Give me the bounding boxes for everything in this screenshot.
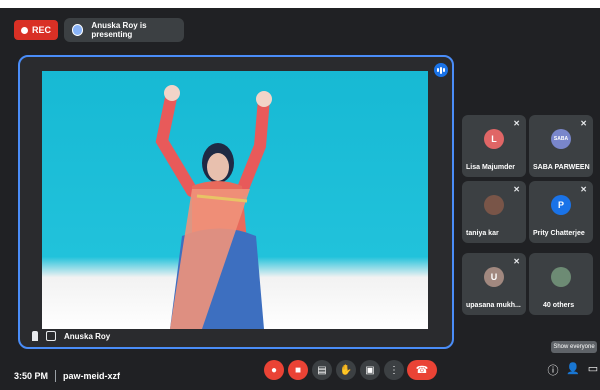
raise-hand-button[interactable]: ✋ — [336, 360, 356, 380]
pin-icon[interactable] — [32, 331, 38, 341]
recording-badge: REC — [14, 20, 58, 40]
camera-off-icon: ■ — [294, 364, 302, 376]
presentation-tile[interactable]: Anuska Roy — [18, 55, 454, 349]
hand-icon: ✋ — [339, 364, 353, 376]
chat-icon[interactable]: ▭ — [586, 362, 600, 375]
captions-icon: ▤ — [317, 364, 327, 376]
participant-avatar: P — [551, 195, 571, 215]
meeting-info: 3:50 PM paw-meid-xzf — [14, 370, 120, 382]
captions-button[interactable]: ▤ — [312, 360, 332, 380]
mic-off-icon: ✕ — [513, 185, 520, 194]
presenting-text: Anuska Roy is presenting — [91, 21, 147, 39]
rec-label: REC — [31, 25, 51, 35]
leave-call-button[interactable]: ☎ — [407, 360, 437, 380]
participant-tile[interactable]: ✕ U upasana mukh... — [462, 253, 526, 315]
participant-avatar: L — [484, 129, 504, 149]
participant-name: Prity Chatterjee — [533, 230, 585, 237]
presenter-video — [42, 71, 428, 329]
mic-toggle-button[interactable]: ● — [264, 360, 284, 380]
camera-toggle-button[interactable]: ■ — [288, 360, 308, 380]
presenter-name-row: Anuska Roy — [32, 331, 110, 341]
show-everyone-tooltip: Show everyone — [551, 341, 597, 353]
divider — [55, 370, 57, 382]
mic-off-icon: ✕ — [580, 119, 587, 128]
presenter-avatar — [72, 24, 84, 36]
info-icon[interactable]: ⓘ — [546, 362, 560, 378]
others-tile[interactable]: 40 others — [529, 253, 593, 315]
participant-tile[interactable]: ✕ P Prity Chatterjee — [529, 181, 593, 243]
dancer-image — [155, 85, 272, 329]
participant-tile[interactable]: ✕ SABA SABA PARWEEN — [529, 115, 593, 177]
more-options-button[interactable]: ⋮ — [384, 360, 404, 380]
others-avatars — [551, 267, 571, 287]
meet-window: REC Anuska Roy is presenting Anuska Roy … — [0, 8, 600, 390]
participant-name: upasana mukh... — [466, 302, 521, 309]
participant-tile[interactable]: ✕ taniya kar — [462, 181, 526, 243]
participant-name: taniya kar — [466, 230, 499, 237]
record-dot-icon — [20, 26, 28, 34]
participant-name: Lisa Majumder — [466, 164, 516, 171]
participant-avatar: SABA — [551, 129, 571, 149]
participant-name: SABA PARWEEN — [533, 164, 590, 171]
participant-photo — [484, 195, 504, 215]
present-icon: ▣ — [365, 364, 375, 376]
mic-off-icon: ✕ — [513, 257, 520, 266]
participant-tile[interactable]: ✕ L Lisa Majumder — [462, 115, 526, 177]
presenter-name: Anuska Roy — [64, 331, 111, 341]
meeting-code: paw-meid-xzf — [63, 371, 121, 381]
mic-off-icon: ● — [270, 364, 278, 376]
presenting-banner[interactable]: Anuska Roy is presenting — [64, 18, 184, 42]
clock-time: 3:50 PM — [14, 371, 49, 381]
people-icon[interactable]: 👤 — [566, 362, 580, 375]
mic-off-icon: ✕ — [580, 185, 587, 194]
present-screen-icon[interactable] — [46, 331, 56, 341]
present-button[interactable]: ▣ — [360, 360, 380, 380]
others-count: 40 others — [543, 302, 575, 309]
phone-hangup-icon: ☎ — [415, 364, 429, 376]
more-vert-icon: ⋮ — [389, 364, 399, 376]
participant-avatar: U — [484, 267, 504, 287]
mic-off-icon: ✕ — [513, 119, 520, 128]
speaking-indicator-icon — [434, 63, 448, 77]
